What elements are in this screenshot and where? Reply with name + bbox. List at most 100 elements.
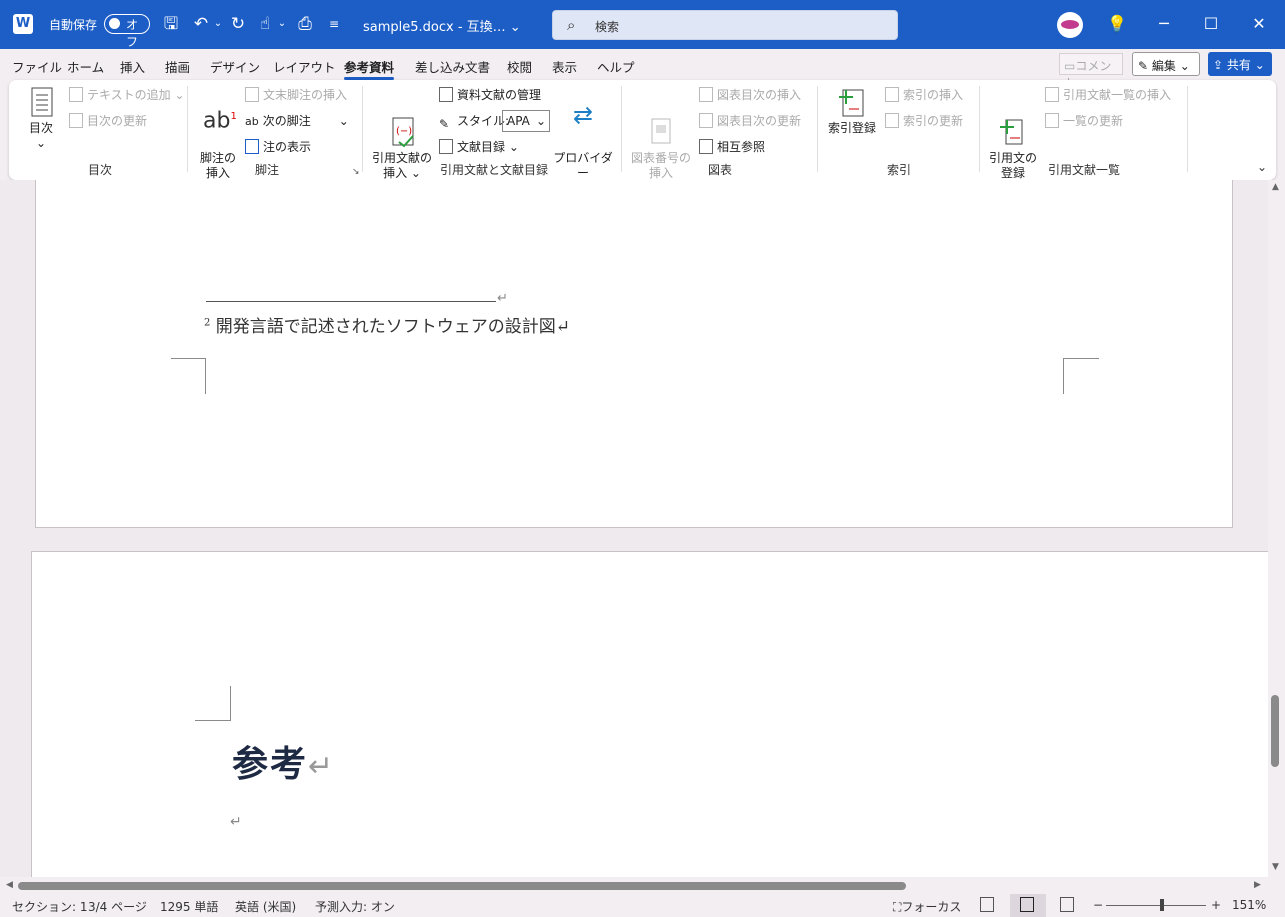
tab-references[interactable]: 参考資料: [344, 57, 395, 80]
insert-footnote-button[interactable]: ab1 脚注の 挿入: [197, 87, 239, 181]
status-language[interactable]: 英語 (米国): [235, 898, 296, 915]
paragraph-mark: ↵: [230, 814, 242, 830]
zoom-slider-track[interactable]: [1106, 905, 1206, 906]
lightbulb-icon[interactable]: 💡: [1106, 13, 1128, 35]
tab-design[interactable]: デザイン: [210, 57, 260, 76]
zoom-slider-thumb[interactable]: [1160, 899, 1164, 911]
customize-qat-icon[interactable]: ≡: [323, 13, 345, 35]
mark-entry-button[interactable]: 索引登録: [825, 87, 879, 136]
update-tof-button[interactable]: 図表目次の更新: [699, 112, 801, 130]
show-notes-button[interactable]: 注の表示: [245, 138, 311, 156]
swap-arrows-icon: ⇄: [572, 101, 594, 129]
insert-toa-button[interactable]: 引用文献一覧の挿入: [1045, 86, 1171, 104]
status-bar: セクション: 1 3/4 ページ 1295 単語 英語 (米国) 予測入力: オ…: [0, 894, 1285, 917]
insert-citation-button[interactable]: (−) 引用文献の 挿入 ⌄: [371, 87, 433, 181]
horizontal-scroll-thumb[interactable]: [18, 882, 906, 890]
zoom-in-button[interactable]: +: [1211, 898, 1221, 912]
insert-caption-button[interactable]: 図表番号の 挿入: [630, 87, 692, 181]
search-box[interactable]: ⌕ 検索: [552, 10, 898, 40]
update-index-button[interactable]: 索引の更新: [885, 112, 963, 130]
scroll-down-icon[interactable]: ▼: [1272, 862, 1279, 872]
read-mode-icon[interactable]: [980, 897, 994, 912]
tab-home[interactable]: ホーム: [67, 57, 104, 76]
ribbon-collapse-icon[interactable]: ⌄: [1257, 160, 1267, 174]
toc-icon: [26, 87, 56, 117]
page-4[interactable]: 参考↵ ↵: [31, 551, 1268, 877]
insert-endnote-button[interactable]: 文末脚注の挿入: [245, 86, 347, 104]
scroll-up-icon[interactable]: ▲: [1272, 182, 1279, 192]
crop-mark: [1063, 358, 1099, 394]
comment-button[interactable]: ▭コメント: [1059, 53, 1123, 90]
group-label-captions: 図表: [708, 163, 733, 177]
tab-view[interactable]: 表示: [552, 57, 577, 76]
undo-dropdown-icon[interactable]: ⌄: [207, 13, 229, 35]
tab-insert[interactable]: 挿入: [120, 57, 145, 76]
save-icon[interactable]: 🖫: [160, 13, 182, 35]
status-page[interactable]: 3/4 ページ: [88, 898, 147, 915]
manage-sources-button[interactable]: 資料文献の管理: [439, 86, 541, 104]
style-label: ✎ スタイル:: [439, 114, 510, 131]
tab-layout[interactable]: レイアウト: [273, 57, 336, 76]
insert-tof-button[interactable]: 図表目次の挿入: [699, 86, 801, 104]
vertical-scroll-thumb[interactable]: [1271, 695, 1279, 767]
separator-paragraph-mark: ↵: [497, 291, 508, 306]
document-title[interactable]: sample5.docx - 互換… ⌄: [363, 16, 521, 35]
document-area[interactable]: ↵ 2 開発言語で記述されたソフトウェアの設計図↵ 参考↵ ↵: [0, 180, 1268, 877]
update-toc-button[interactable]: 目次の更新: [69, 112, 147, 130]
touch-dropdown-icon[interactable]: ⌄: [271, 13, 293, 35]
tab-mailings[interactable]: 差し込み文書: [415, 57, 490, 76]
horizontal-scrollbar[interactable]: ◀ ▶: [0, 877, 1268, 894]
share-button[interactable]: ⇪ 共有 ⌄: [1208, 52, 1272, 76]
minimize-icon[interactable]: ─: [1153, 13, 1175, 35]
toc-button[interactable]: 目次 ⌄: [26, 87, 56, 151]
mark-citation-button[interactable]: 引用文の 登録: [986, 87, 1040, 181]
heading-references[interactable]: 参考↵: [232, 735, 335, 787]
edit-mode-button[interactable]: ✎ 編集 ⌄: [1132, 52, 1200, 76]
autosave-toggle[interactable]: オフ: [104, 14, 150, 49]
zoom-level[interactable]: 151%: [1232, 898, 1266, 912]
citation-icon: (−): [387, 102, 417, 148]
page-3[interactable]: ↵ 2 開発言語で記述されたソフトウェアの設計図↵: [35, 180, 1233, 528]
scroll-left-icon[interactable]: ◀: [6, 880, 13, 890]
crop-mark: [171, 358, 206, 394]
footnote-dialog-launcher-icon[interactable]: ↘: [352, 167, 360, 177]
tab-draw[interactable]: 描画: [165, 57, 190, 76]
close-icon[interactable]: ✕: [1248, 13, 1270, 35]
web-layout-icon[interactable]: [1060, 897, 1074, 912]
update-toa-button[interactable]: 一覧の更新: [1045, 112, 1123, 130]
footnote-separator: [206, 301, 496, 302]
search-icon: ⌕: [567, 16, 576, 34]
search-placeholder: 検索: [595, 20, 620, 34]
group-label-citations: 引用文献と文献目録: [440, 163, 549, 177]
next-footnote-button[interactable]: ab 次の脚注 ⌄: [245, 112, 349, 130]
title-bar: W 自動保存 オフ 🖫 ↶ ⌄ ↻ ☝ ⌄ ⎙ ≡ sample5.docx -…: [0, 0, 1285, 49]
tab-help[interactable]: ヘルプ: [597, 57, 635, 76]
tab-review[interactable]: 校閲: [507, 57, 532, 76]
avatar[interactable]: [1057, 12, 1083, 38]
status-text-prediction[interactable]: 予測入力: オン: [315, 898, 395, 915]
citation-style-select[interactable]: APA ⌄: [502, 110, 550, 132]
svg-text:(−): (−): [396, 126, 412, 137]
group-label-toa: 引用文献一覧: [1048, 163, 1121, 177]
status-section[interactable]: セクション: 1: [12, 898, 88, 915]
add-text-button[interactable]: テキストの追加 ⌄: [69, 86, 185, 104]
tab-file[interactable]: ファイル: [12, 57, 62, 76]
print-layout-icon[interactable]: [1020, 897, 1034, 912]
bibliography-button[interactable]: 文献目録 ⌄: [439, 138, 519, 156]
scroll-right-icon[interactable]: ▶: [1254, 880, 1261, 890]
redo-icon[interactable]: ↻: [227, 13, 249, 35]
footnote-icon: ab1: [203, 108, 237, 134]
status-word-count[interactable]: 1295 単語: [160, 898, 218, 915]
group-label-index: 索引: [887, 163, 912, 177]
zoom-out-button[interactable]: −: [1093, 898, 1103, 912]
vertical-scrollbar[interactable]: ▲ ▼: [1268, 180, 1285, 877]
cross-reference-button[interactable]: 相互参照: [699, 138, 765, 156]
insert-index-button[interactable]: 索引の挿入: [885, 86, 963, 104]
print-preview-icon[interactable]: ⎙: [294, 13, 316, 35]
mark-entry-icon: [837, 87, 867, 117]
maximize-icon[interactable]: ☐: [1200, 13, 1222, 35]
autosave-label: 自動保存: [49, 18, 98, 32]
focus-mode-button[interactable]: ⛶フォーカス: [893, 898, 961, 915]
word-logo-icon: W: [13, 14, 33, 34]
footnote-text[interactable]: 2 開発言語で記述されたソフトウェアの設計図↵: [204, 312, 570, 337]
